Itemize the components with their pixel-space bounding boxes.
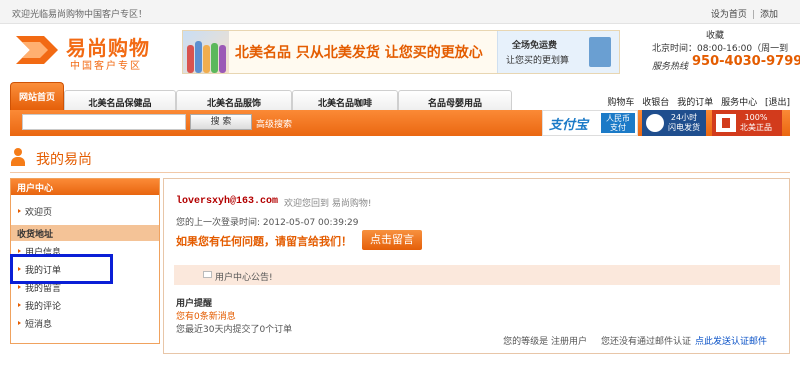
notice-bar: 用户中心公告!: [174, 265, 780, 285]
banner-slogan: 北美名品 只从北美发货 让您买的更放心: [235, 45, 483, 61]
title-divider: [10, 172, 790, 173]
alipay-logo: 支付宝: [549, 118, 589, 133]
welcome-back-text: 欢迎您回到 易尚购物!: [284, 199, 372, 209]
question-prompt: 如果您有任何问题，请留言给我们！: [176, 235, 352, 248]
set-home-link[interactable]: 设为首页: [711, 7, 747, 20]
main-nav: 网站首页 北美名品保健品 北美名品服饰 北美名品咖啡 名品母婴用品 购物车 收银…: [10, 82, 800, 110]
hotline-number: 950-4030-9799: [692, 54, 800, 69]
nav-tab-home[interactable]: 网站首页: [10, 82, 64, 110]
clock-icon: [646, 114, 664, 132]
alipay-badge: 支付宝 人民币 支付: [542, 110, 638, 136]
add-bookmark-link[interactable]: 添加: [760, 7, 778, 20]
sidebar-item-welcome[interactable]: 欢迎页: [11, 201, 159, 219]
banner-promo: 全场免运费 让您买的更划算: [497, 31, 619, 73]
new-messages-link[interactable]: 您有0条新消息: [176, 309, 236, 322]
promo-line-2: 让您买的更划算: [506, 56, 570, 66]
user-email: loversxyh@163.com: [176, 196, 279, 207]
search-bar: 搜 索 高级搜索 支付宝 人民币 支付 24小时 闪电发货 100% 北美正品: [10, 110, 790, 136]
service-info: 收藏 北京时间：08:00-16:00（周一到 服务热线 950-4030-97…: [652, 28, 800, 74]
my-orders-link[interactable]: 我的订单: [677, 98, 713, 108]
promo-banner[interactable]: 北美名品 只从北美发货 让您买的更放心 全场免运费 让您买的更划算: [182, 30, 620, 74]
last-login-text: 您的上一次登录时间: 2012-05-07 00:39:29: [176, 218, 359, 228]
banner-people-image: [183, 31, 229, 73]
alipay-tag-line-1: 人民币: [606, 114, 630, 123]
notice-text: 用户中心公告!: [215, 273, 273, 283]
highlight-box: [10, 254, 113, 284]
search-button[interactable]: 搜 索: [190, 114, 252, 130]
main-panel: loversxyh@163.com 欢迎您回到 易尚购物! 您的上一次登录时间:…: [163, 178, 790, 354]
checkout-link[interactable]: 收银台: [642, 98, 669, 108]
notice-icon: [203, 271, 212, 278]
search-input[interactable]: [22, 114, 186, 130]
account-status: 您的等级是 注册用户 您还没有通过邮件认证 点此发送认证邮件: [503, 334, 767, 347]
business-hours: 北京时间：08:00-16:00（周一到: [652, 44, 789, 54]
cart-link[interactable]: 购物车: [607, 98, 634, 108]
genuine-line-2: 北美正品: [740, 123, 772, 132]
email-unverified-text: 您还没有通过邮件认证: [600, 337, 691, 347]
page-title: 我的易尚: [36, 152, 92, 168]
genuine-line-1: 100%: [744, 113, 768, 122]
alipay-rmb-tag: 人民币 支付: [601, 113, 635, 133]
favorite-link[interactable]: 收藏: [706, 28, 724, 41]
nav-tab-apparel[interactable]: 北美名品服饰: [176, 90, 292, 110]
nav-tab-health[interactable]: 北美名品保健品: [64, 90, 176, 110]
promo-line-1: 全场免运费: [512, 41, 558, 51]
shopping-bag-icon: [589, 37, 611, 67]
alipay-tag-line-2: 支付: [610, 123, 626, 132]
send-verification-link[interactable]: 点此发送认证邮件: [695, 337, 767, 347]
nav-links: 购物车 收银台 我的订单 服务中心 [退出]: [602, 95, 790, 108]
recent-orders-text: 您最近30天内提交了0个订单: [176, 325, 293, 335]
hotline-label: 服务热线: [652, 62, 689, 72]
user-icon: [10, 148, 26, 166]
genuine-badge: 100% 北美正品: [712, 110, 782, 136]
nav-tab-coffee[interactable]: 北美名品咖啡: [292, 90, 398, 110]
user-level-text: 您的等级是 注册用户: [503, 337, 587, 347]
top-separator: |: [751, 10, 755, 20]
reminder-label: 用户提醒: [176, 299, 213, 309]
logo-swoosh-icon: [16, 36, 58, 64]
leave-message-button[interactable]: 点击留言: [362, 230, 422, 250]
welcome-text: 欢迎光临易尚购物中国客户专区！: [12, 10, 148, 20]
nav-tab-baby[interactable]: 名品母婴用品: [398, 90, 512, 110]
fast-line-2: 闪电发货: [668, 123, 700, 132]
top-links: 设为首页 | 添加: [711, 7, 778, 20]
advanced-search-link[interactable]: 高级搜索: [256, 117, 292, 130]
sidebar-header: 用户中心: [11, 179, 159, 195]
fast-line-1: 24小时: [670, 113, 698, 122]
service-center-link[interactable]: 服务中心: [721, 98, 757, 108]
fast-shipping-badge: 24小时 闪电发货: [642, 110, 706, 136]
logo-subtitle: 中国客户专区: [70, 61, 142, 72]
site-logo[interactable]: 易尚购物 中国客户专区: [14, 30, 184, 74]
logout-link[interactable]: [退出]: [765, 98, 790, 108]
sidebar-section-address[interactable]: 收货地址: [11, 225, 159, 241]
canada-flag-icon: [716, 114, 736, 132]
sidebar-item-short-messages[interactable]: 短消息: [11, 313, 159, 331]
sidebar-item-my-reviews[interactable]: 我的评论: [11, 295, 159, 313]
